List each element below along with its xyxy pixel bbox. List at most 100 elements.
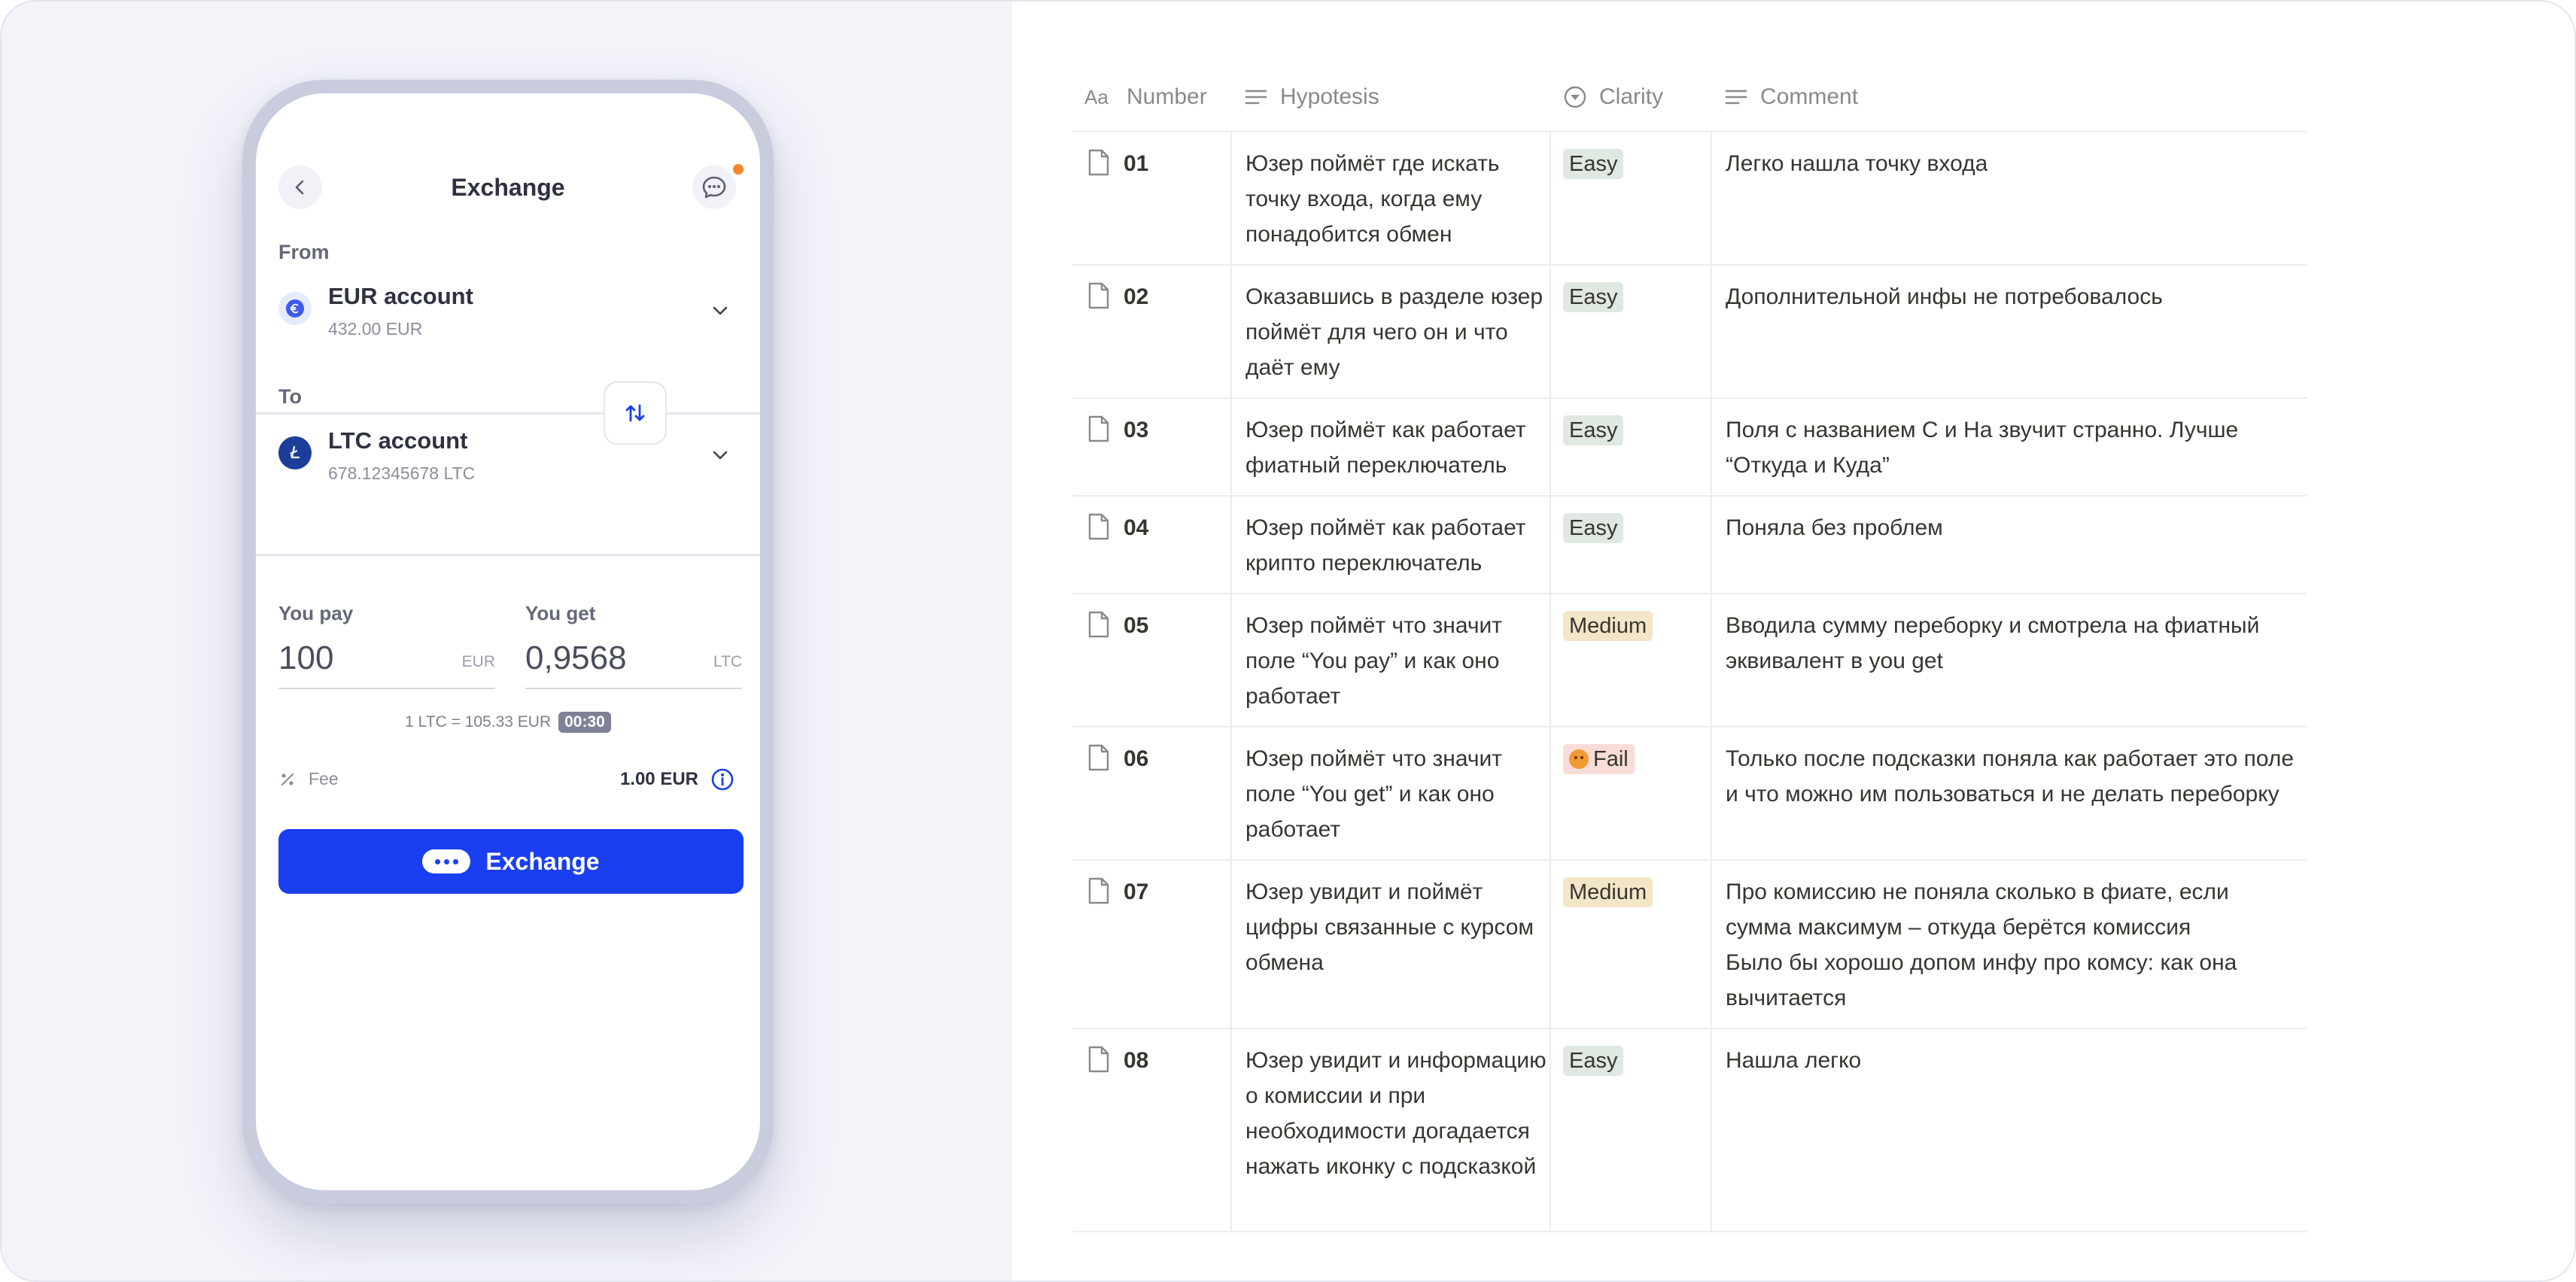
clarity-tag-label: Easy — [1569, 152, 1618, 176]
table-row[interactable]: 04 Юзер поймёт как работает крипто перекл… — [1072, 497, 2307, 594]
phone-frame: Exchange From EUR account 432.00 EUR To … — [242, 80, 774, 1204]
column-header-number[interactable]: Aa Number — [1084, 62, 1207, 132]
table-row[interactable]: 05 Юзер поймёт что значит поле “You pay” … — [1072, 594, 2307, 728]
cell-hypothesis[interactable]: Юзер поймёт что значит поле “You get” и … — [1232, 728, 1551, 859]
to-account-selector[interactable]: LTC account 678.12345678 LTC — [278, 420, 738, 494]
page-icon — [1087, 1046, 1110, 1077]
exchange-button-label: Exchange — [485, 847, 600, 875]
exchange-rate: 1 LTC = 105.33 EUR — [405, 713, 552, 731]
hypothesis-text: Юзер поймёт как работает крипто переключ… — [1245, 515, 1526, 576]
exchange-button[interactable]: Exchange — [278, 829, 744, 894]
table-row[interactable]: 06 Юзер поймёт что значит поле “You get” … — [1072, 728, 2307, 861]
cell-clarity[interactable]: Fail — [1551, 728, 1712, 859]
row-number: 01 — [1124, 151, 1149, 176]
chevron-down-icon — [713, 451, 728, 460]
cell-comment[interactable]: Про комиссию не поняла сколько в фиате, … — [1712, 861, 2307, 1028]
title-icon: Aa — [1084, 86, 1109, 108]
euro-icon — [278, 292, 312, 325]
comment-text: Нашла легко — [1726, 1048, 1862, 1073]
cell-comment[interactable]: Вводила сумму переборку и смотрела на фи… — [1712, 594, 2307, 726]
from-account-selector[interactable]: EUR account 432.00 EUR — [278, 275, 738, 349]
you-get-input[interactable]: 0,9568 LTC — [525, 638, 742, 691]
comment-text: Легко нашла точку входа — [1726, 151, 1988, 176]
row-number: 08 — [1124, 1048, 1149, 1073]
cell-hypothesis[interactable]: Юзер поймёт где искать точку входа, когд… — [1232, 132, 1551, 264]
clarity-tag: Medium — [1563, 877, 1653, 907]
divider — [256, 412, 760, 415]
comment-text: Про комиссию не поняла сколько в фиате, … — [1726, 879, 2237, 1010]
cell-hypothesis[interactable]: Юзер увидит и поймёт цифры связанные с к… — [1232, 861, 1551, 1028]
you-get-value: 0,9568 — [525, 639, 627, 676]
clarity-tag: Easy — [1563, 149, 1624, 179]
table-row[interactable]: 03 Юзер поймёт как работает фиатный перек… — [1072, 399, 2307, 497]
clarity-tag-label: Easy — [1569, 1049, 1618, 1073]
cell-hypothesis[interactable]: Юзер поймёт что значит поле “You pay” и … — [1232, 594, 1551, 726]
cell-comment[interactable]: Нашла легко — [1712, 1029, 2307, 1231]
cell-number[interactable]: 08 — [1072, 1029, 1232, 1231]
comment-text: Дополнительной инфы не потребовалось — [1726, 284, 2163, 309]
cell-number[interactable]: 06 — [1072, 728, 1232, 859]
table-row[interactable]: 07 Юзер увидит и поймёт цифры связанные с… — [1072, 861, 2307, 1029]
cell-comment[interactable]: Дополнительной инфы не потребовалось — [1712, 266, 2307, 397]
svg-text:Aa: Aa — [1084, 86, 1109, 108]
cell-number[interactable]: 07 — [1072, 861, 1232, 1028]
cell-clarity[interactable]: Easy — [1551, 497, 1712, 593]
row-number: 05 — [1124, 613, 1149, 638]
you-get-label: You get — [525, 602, 596, 624]
column-header-comment[interactable]: Comment — [1724, 62, 1858, 132]
exchange-rate-row: 1 LTC = 105.33 EUR 00:30 — [256, 712, 760, 733]
column-header-clarity[interactable]: Clarity — [1563, 62, 1663, 132]
you-pay-value: 100 — [278, 639, 334, 676]
table-row[interactable]: 08 Юзер увидит и информацию о комиссии и … — [1072, 1029, 2307, 1232]
cell-clarity[interactable]: Easy — [1551, 132, 1712, 264]
table-row[interactable]: 01 Юзер поймёт где искать точку входа, ко… — [1072, 132, 2307, 266]
page-icon — [1087, 877, 1110, 908]
cell-comment[interactable]: Легко нашла точку входа — [1712, 132, 2307, 264]
cell-clarity[interactable]: Medium — [1551, 861, 1712, 1028]
clarity-tag: Easy — [1563, 513, 1624, 543]
cell-comment[interactable]: Поняла без проблем — [1712, 497, 2307, 593]
screen-title: Exchange — [451, 174, 565, 201]
to-label: To — [278, 385, 302, 408]
column-header-hypothesis[interactable]: Hypotesis — [1244, 62, 1379, 132]
clarity-tag-label: Medium — [1569, 614, 1647, 638]
cell-number[interactable]: 05 — [1072, 594, 1232, 726]
page-icon — [1087, 513, 1110, 544]
from-account-balance: 432.00 EUR — [328, 319, 423, 339]
page-icon — [1087, 282, 1110, 313]
comment-text: Только после подсказки поняла как работа… — [1726, 746, 2295, 807]
table-row[interactable]: 02 Оказавшись в разделе юзер поймёт для ч… — [1072, 266, 2307, 399]
cell-hypothesis[interactable]: Юзер поймёт как работает фиатный переклю… — [1232, 399, 1551, 495]
chat-button[interactable] — [692, 166, 736, 209]
hypothesis-text: Юзер увидит и информацию о комиссии и пр… — [1245, 1048, 1547, 1179]
comment-text: Вводила сумму переборку и смотрела на фи… — [1726, 613, 2260, 673]
cell-hypothesis[interactable]: Юзер поймёт как работает крипто переключ… — [1232, 497, 1551, 593]
phone-mockup-panel: Exchange From EUR account 432.00 EUR To … — [2, 2, 1012, 1280]
text-icon — [1725, 90, 1747, 105]
cell-clarity[interactable]: Easy — [1551, 399, 1712, 495]
chevron-down-icon — [713, 306, 728, 315]
litecoin-icon — [278, 436, 312, 469]
info-icon — [711, 768, 734, 791]
cell-number[interactable]: 01 — [1072, 132, 1232, 264]
cell-clarity[interactable]: Easy — [1551, 1029, 1712, 1231]
from-label: From — [278, 241, 330, 263]
clarity-tag: Easy — [1563, 282, 1624, 312]
page-icon — [1087, 611, 1110, 642]
you-pay-input[interactable]: 100 EUR — [278, 638, 495, 691]
row-number: 02 — [1124, 284, 1149, 309]
angry-face-icon — [1569, 749, 1589, 769]
cell-number[interactable]: 02 — [1072, 266, 1232, 397]
cell-hypothesis[interactable]: Юзер увидит и информацию о комиссии и пр… — [1232, 1029, 1551, 1231]
clarity-tag-label: Medium — [1569, 880, 1647, 904]
cell-clarity[interactable]: Medium — [1551, 594, 1712, 726]
cell-number[interactable]: 04 — [1072, 497, 1232, 593]
cell-number[interactable]: 03 — [1072, 399, 1232, 495]
cell-clarity[interactable]: Easy — [1551, 266, 1712, 397]
clarity-tag-label: Fail — [1593, 747, 1629, 771]
fee-info-button[interactable] — [710, 767, 734, 795]
cell-hypothesis[interactable]: Оказавшись в разделе юзер поймёт для чег… — [1232, 266, 1551, 397]
cell-comment[interactable]: Поля с названием С и На звучит странно. … — [1712, 399, 2307, 495]
cell-comment[interactable]: Только после подсказки поняла как работа… — [1712, 728, 2307, 859]
to-account-name: LTC account — [328, 427, 468, 454]
